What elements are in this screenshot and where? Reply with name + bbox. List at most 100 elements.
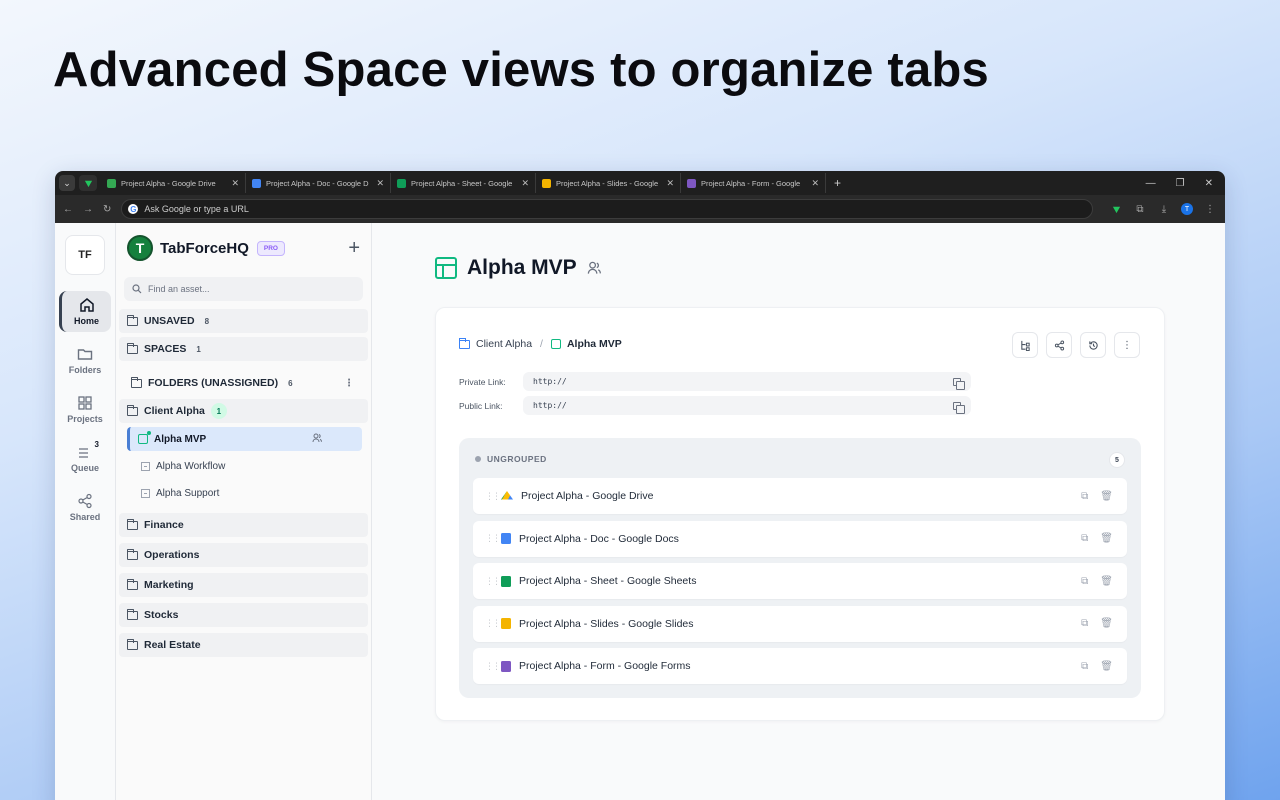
trash-icon[interactable]: 🗑 xyxy=(1100,618,1113,629)
browser-tab[interactable]: Project Alpha - Sheet - Google ✕ xyxy=(391,173,536,193)
browser-menu-icon[interactable]: ⋮ xyxy=(1203,202,1217,216)
space-icon xyxy=(435,257,457,279)
new-tab-button[interactable]: + xyxy=(834,176,841,190)
history-button[interactable] xyxy=(1080,332,1106,358)
sidebar-section-spaces[interactable]: SPACES 1 xyxy=(119,337,368,361)
extensions-icon[interactable]: ⧉ xyxy=(1133,202,1147,216)
breadcrumb-parent[interactable]: Client Alpha xyxy=(476,338,532,350)
tab-title[interactable]: Project Alpha - Google Drive xyxy=(521,490,653,502)
tab-search-button[interactable]: ⌄ xyxy=(59,175,75,191)
google-slides-icon xyxy=(542,178,551,188)
trash-icon[interactable]: 🗑 xyxy=(1100,491,1113,502)
rail-item-queue[interactable]: 3 Queue xyxy=(59,438,111,479)
google-slides-icon xyxy=(501,618,511,629)
public-link-field[interactable]: http:// xyxy=(523,396,971,415)
more-options-button[interactable]: ⋮ xyxy=(1114,332,1140,358)
rail-item-shared[interactable]: Shared xyxy=(59,487,111,528)
tab-row[interactable]: ⋮⋮ Project Alpha - Slides - Google Slide… xyxy=(473,605,1127,642)
close-tab-icon[interactable]: ✕ xyxy=(666,178,674,189)
drag-handle-icon[interactable]: ⋮⋮ xyxy=(485,491,501,502)
sidebar-folder-real-estate[interactable]: Real Estate xyxy=(119,633,368,657)
drag-handle-icon[interactable]: ⋮⋮ xyxy=(485,576,501,587)
space-item-alpha-mvp[interactable]: Alpha MVP xyxy=(127,427,362,451)
space-icon xyxy=(141,488,150,498)
back-icon[interactable]: ← xyxy=(63,204,73,215)
private-link-field[interactable]: http:// xyxy=(523,372,971,391)
sidebar: T TabForceHQ PRO + Find an asset... UNSA… xyxy=(116,223,372,800)
rail-item-projects[interactable]: Projects xyxy=(59,389,111,430)
close-tab-icon[interactable]: ✕ xyxy=(521,178,529,189)
sidebar-folder-finance[interactable]: Finance xyxy=(119,513,368,537)
rail-item-home[interactable]: Home xyxy=(59,291,111,332)
space-item-alpha-support[interactable]: Alpha Support xyxy=(127,481,362,505)
tab-title[interactable]: Project Alpha - Slides - Google Slides xyxy=(519,618,694,630)
copy-icon[interactable] xyxy=(953,401,965,414)
space-item-alpha-workflow[interactable]: Alpha Workflow xyxy=(127,454,362,478)
people-icon[interactable] xyxy=(587,261,601,275)
profile-avatar[interactable]: T xyxy=(1181,203,1193,215)
open-external-icon[interactable]: ⧉ xyxy=(1081,618,1088,629)
browser-tab[interactable]: Project Alpha - Google Drive ✕ xyxy=(101,173,246,193)
tab-title[interactable]: Project Alpha - Doc - Google Docs xyxy=(519,533,679,545)
trash-icon[interactable]: 🗑 xyxy=(1100,576,1113,587)
forward-icon[interactable]: → xyxy=(83,204,93,215)
drag-handle-icon[interactable]: ⋮⋮ xyxy=(485,618,501,629)
share-button[interactable] xyxy=(1046,332,1072,358)
folder-icon xyxy=(126,518,138,530)
sidebar-folder-client-alpha[interactable]: Client Alpha 1 xyxy=(119,399,368,423)
browser-tab[interactable]: Project Alpha - Form - Google ✕ xyxy=(681,173,826,193)
sidebar-folder-stocks[interactable]: Stocks xyxy=(119,603,368,627)
pinned-extension-tab[interactable] xyxy=(79,175,97,191)
rail-item-folders[interactable]: Folders xyxy=(59,340,111,381)
tab-row[interactable]: ⋮⋮ Project Alpha - Form - Google Forms ⧉… xyxy=(473,648,1127,684)
brand-name: TabForceHQ xyxy=(160,239,249,257)
tree-view-button[interactable] xyxy=(1012,332,1038,358)
tabforce-icon xyxy=(84,180,92,187)
count-badge: 6 xyxy=(288,378,293,388)
tabforce-logo: T xyxy=(127,235,153,261)
tabforce-extension-icon[interactable] xyxy=(1109,202,1123,216)
drag-handle-icon[interactable]: ⋮⋮ xyxy=(485,533,501,544)
open-external-icon[interactable]: ⧉ xyxy=(1081,491,1088,502)
breadcrumb: Client Alpha / Alpha MVP xyxy=(458,337,622,350)
workspace-avatar[interactable]: TF xyxy=(65,235,105,275)
close-tab-icon[interactable]: ✕ xyxy=(376,178,384,189)
app: TF Home Folders Projects 3 Queue Shared xyxy=(55,223,1225,800)
private-link-label: Private Link: xyxy=(459,376,506,387)
tab-row[interactable]: ⋮⋮ Project Alpha - Sheet - Google Sheets… xyxy=(473,563,1127,599)
open-external-icon[interactable]: ⧉ xyxy=(1081,533,1088,544)
space-icon xyxy=(138,431,151,444)
more-options-icon[interactable]: ⋮ xyxy=(344,378,354,389)
sidebar-section-unsaved[interactable]: UNSAVED 8 xyxy=(119,309,368,333)
close-tab-icon[interactable]: ✕ xyxy=(811,178,819,189)
folder-icon xyxy=(77,349,93,360)
sidebar-folder-operations[interactable]: Operations xyxy=(119,543,368,567)
group-color-dot xyxy=(475,456,481,462)
trash-icon[interactable]: 🗑 xyxy=(1100,533,1113,544)
space-icon xyxy=(550,339,561,349)
browser-tab[interactable]: Project Alpha - Slides - Google ✕ xyxy=(536,173,681,193)
downloads-icon[interactable]: ⤓ xyxy=(1157,202,1171,216)
reload-icon[interactable]: ↻ xyxy=(103,204,111,215)
restore-icon[interactable]: ❐ xyxy=(1176,178,1185,189)
close-window-icon[interactable]: ✕ xyxy=(1205,178,1213,189)
drag-handle-icon[interactable]: ⋮⋮ xyxy=(485,661,501,672)
trash-icon[interactable]: 🗑 xyxy=(1100,661,1113,672)
add-button[interactable]: + xyxy=(348,237,360,260)
sidebar-section-folders-unassigned[interactable]: FOLDERS (UNASSIGNED) 6 ⋮ xyxy=(119,371,368,395)
tab-title[interactable]: Project Alpha - Sheet - Google Sheets xyxy=(519,575,696,587)
open-external-icon[interactable]: ⧉ xyxy=(1081,661,1088,672)
tab-title[interactable]: Project Alpha - Form - Google Forms xyxy=(519,660,691,672)
tab-row[interactable]: ⋮⋮ Project Alpha - Doc - Google Docs ⧉ 🗑 xyxy=(473,520,1127,557)
browser-tab[interactable]: Project Alpha - Doc - Google D ✕ xyxy=(246,173,391,193)
tab-row[interactable]: ⋮⋮ Project Alpha - Google Drive ⧉ 🗑 xyxy=(473,478,1127,514)
close-tab-icon[interactable]: ✕ xyxy=(231,178,239,189)
group-header[interactable]: UNGROUPED xyxy=(475,454,547,464)
omnibox[interactable]: G Ask Google or type a URL xyxy=(121,199,1093,219)
sidebar-folder-marketing[interactable]: Marketing xyxy=(119,573,368,597)
minimize-icon[interactable]: — xyxy=(1146,178,1156,189)
open-external-icon[interactable]: ⧉ xyxy=(1081,576,1088,587)
space-card: Client Alpha / Alpha MVP ⋮ Private Link:… xyxy=(435,307,1165,721)
search-input[interactable]: Find an asset... xyxy=(124,277,363,301)
copy-icon[interactable] xyxy=(953,377,965,390)
